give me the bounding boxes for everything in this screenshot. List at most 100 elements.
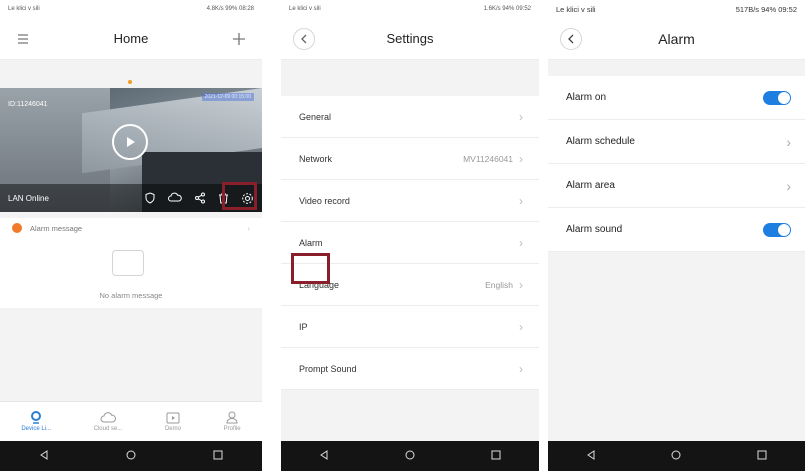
row-label: Alarm on: [566, 92, 607, 103]
message-bubble-icon: [112, 250, 144, 276]
back-button[interactable]: [293, 27, 315, 50]
alarm-row-sound[interactable]: Alarm sound: [548, 208, 805, 252]
back-nav-icon[interactable]: [39, 447, 49, 465]
settings-screen: Le klici v sili 1.6K/s 94% 09:52 Setting…: [281, 0, 539, 471]
alarm-settings-list: Alarm on Alarm schedule › Alarm area › A…: [548, 76, 805, 252]
chevron-right-icon: ›: [786, 177, 791, 194]
settings-row-prompt-sound[interactable]: Prompt Sound ›: [281, 348, 539, 390]
row-label: Alarm sound: [566, 224, 623, 235]
alarm-badge-icon: [12, 223, 22, 233]
empty-alarm-state: No alarm message: [0, 238, 262, 308]
android-nav-bar: [281, 441, 539, 471]
person-icon: [226, 411, 238, 424]
row-label: Network: [299, 153, 333, 164]
page-indicator-dot: [128, 80, 132, 84]
row-value: MV11246041: [463, 153, 513, 164]
row-label: Alarm schedule: [566, 136, 635, 147]
menu-icon[interactable]: [12, 28, 34, 50]
row-label: Alarm: [299, 237, 323, 248]
row-label: IP: [299, 321, 308, 332]
connection-status: LAN Online: [8, 193, 49, 203]
settings-header: Settings: [281, 18, 539, 60]
alarm-message-row[interactable]: Alarm message ›: [0, 218, 262, 238]
chevron-right-icon: ›: [519, 151, 523, 166]
page-title: Home: [113, 31, 149, 46]
status-indicators: 1.6K/s 94% 09:52: [483, 6, 531, 12]
tab-profile[interactable]: Profile: [224, 411, 241, 432]
camera-timestamp: 2021-12-09 00:15:00: [201, 93, 254, 101]
tab-cloud-service[interactable]: Cloud se...: [93, 411, 123, 432]
row-label: Video record: [299, 195, 350, 206]
tab-label: Cloud se...: [93, 425, 123, 432]
row-label: General: [299, 111, 332, 122]
chevron-right-icon: ›: [519, 235, 523, 250]
page-title: Settings: [386, 31, 434, 46]
status-indicators: 517B/s 94% 09:52: [735, 4, 797, 14]
tab-label: Demo: [164, 425, 181, 432]
row-value: English: [485, 279, 513, 290]
back-button[interactable]: [560, 27, 582, 50]
add-device-icon[interactable]: [228, 28, 250, 50]
settings-row-general[interactable]: General ›: [281, 96, 539, 138]
recents-nav-icon[interactable]: [757, 447, 767, 465]
settings-row-video-record[interactable]: Video record ›: [281, 180, 539, 222]
play-icon[interactable]: [112, 124, 148, 160]
shield-icon[interactable]: [144, 192, 156, 204]
status-bar: Le klici v sili 517B/s 94% 09:52: [548, 0, 805, 18]
alarm-sound-toggle[interactable]: [763, 222, 791, 237]
cloud-icon: [100, 411, 116, 422]
settings-list: General › Network MV11246041 › Video rec…: [281, 96, 539, 390]
status-bar: Le klici v sili 4.8K/s 99% 08:28: [0, 0, 262, 18]
tab-demo[interactable]: Demo: [165, 412, 181, 432]
chevron-left-icon: [301, 34, 307, 43]
chevron-left-icon: [568, 34, 574, 43]
alarm-on-toggle[interactable]: [763, 90, 791, 105]
chevron-right-icon: ›: [519, 361, 523, 376]
status-carrier: Le klici v sili: [8, 6, 40, 12]
android-nav-bar: [0, 441, 262, 471]
settings-highlight-box: [222, 182, 257, 210]
chevron-right-icon: ›: [519, 277, 523, 292]
status-bar: Le klici v sili 1.6K/s 94% 09:52: [281, 0, 539, 18]
status-indicators: 4.8K/s 99% 08:28: [206, 6, 254, 12]
tab-label: Device Li...: [21, 426, 51, 432]
tab-label: Profile: [223, 426, 241, 432]
android-nav-bar: [548, 441, 805, 471]
alarm-row-alarm-on[interactable]: Alarm on: [548, 76, 805, 120]
row-label: Prompt Sound: [299, 363, 357, 374]
home-nav-icon[interactable]: [126, 447, 136, 465]
alarm-screen: Le klici v sili 517B/s 94% 09:52 Alarm A…: [548, 0, 805, 471]
tab-device-list[interactable]: Device Li...: [21, 411, 51, 432]
chevron-right-icon: ›: [519, 109, 523, 124]
home-header: Home: [0, 18, 262, 60]
chevron-right-icon: ›: [247, 223, 250, 233]
page-title: Alarm: [658, 30, 695, 47]
settings-row-ip[interactable]: IP ›: [281, 306, 539, 348]
camera-id-label: ID:11246041: [8, 101, 48, 108]
back-nav-icon[interactable]: [586, 447, 596, 465]
status-carrier: Le klici v sili: [556, 4, 596, 14]
status-carrier: Le klici v sili: [289, 6, 321, 12]
chevron-right-icon: ›: [519, 319, 523, 334]
recents-nav-icon[interactable]: [491, 447, 501, 465]
row-label: Alarm area: [566, 180, 615, 191]
alarm-message-label: Alarm message: [30, 223, 83, 233]
play-icon: [166, 412, 180, 423]
alarm-row-area[interactable]: Alarm area ›: [548, 164, 805, 208]
camera-icon: [31, 411, 42, 424]
share-icon[interactable]: [194, 192, 206, 204]
recents-nav-icon[interactable]: [213, 447, 223, 465]
back-nav-icon[interactable]: [319, 447, 329, 465]
settings-row-network[interactable]: Network MV11246041 ›: [281, 138, 539, 180]
home-nav-icon[interactable]: [671, 447, 681, 465]
home-nav-icon[interactable]: [405, 447, 415, 465]
no-alarm-text: No alarm message: [99, 291, 163, 300]
chevron-right-icon: ›: [786, 133, 791, 150]
home-screen: Le klici v sili 4.8K/s 99% 08:28 Home ID…: [0, 0, 262, 471]
alarm-row-schedule[interactable]: Alarm schedule ›: [548, 120, 805, 164]
bottom-tab-bar: Device Li... Cloud se... Demo Profile: [0, 401, 262, 441]
chevron-right-icon: ›: [519, 193, 523, 208]
cloud-icon[interactable]: [168, 192, 182, 204]
alarm-highlight-box: [291, 253, 330, 284]
alarm-header: Alarm: [548, 18, 805, 60]
